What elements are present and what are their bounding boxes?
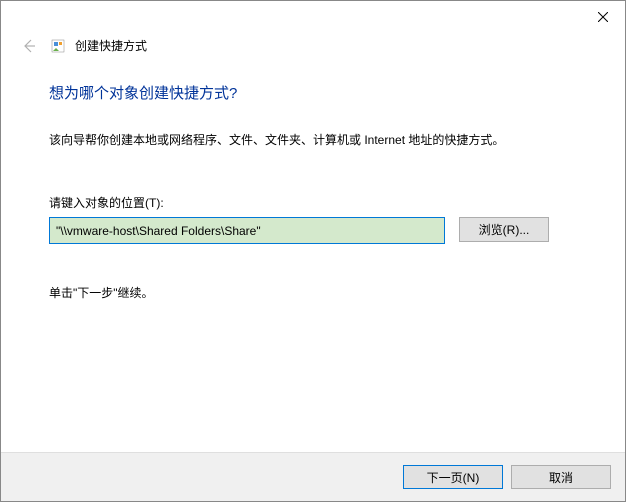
- page-heading: 想为哪个对象创建快捷方式?: [49, 82, 577, 103]
- close-button[interactable]: [580, 3, 625, 31]
- arrow-left-icon: [21, 38, 37, 54]
- location-row: 浏览(R)...: [49, 217, 577, 244]
- footer: 下一页(N) 取消: [1, 452, 625, 501]
- close-icon: [598, 12, 608, 22]
- continue-hint: 单击"下一步"继续。: [49, 284, 577, 301]
- content-area: 想为哪个对象创建快捷方式? 该向导帮你创建本地或网络程序、文件、文件夹、计算机或…: [1, 64, 625, 452]
- shortcut-wizard-icon: [51, 39, 65, 53]
- page-description: 该向导帮你创建本地或网络程序、文件、文件夹、计算机或 Internet 地址的快…: [49, 131, 577, 148]
- header-row: 创建快捷方式: [1, 31, 625, 64]
- back-button: [21, 38, 37, 54]
- next-button[interactable]: 下一页(N): [403, 465, 503, 489]
- wizard-title: 创建快捷方式: [75, 37, 147, 54]
- cancel-button[interactable]: 取消: [511, 465, 611, 489]
- titlebar: [1, 1, 625, 31]
- location-input[interactable]: [49, 217, 445, 244]
- wizard-window: 创建快捷方式 想为哪个对象创建快捷方式? 该向导帮你创建本地或网络程序、文件、文…: [0, 0, 626, 502]
- location-field-group: 请键入对象的位置(T): 浏览(R)...: [49, 194, 577, 244]
- browse-button[interactable]: 浏览(R)...: [459, 217, 549, 242]
- location-label: 请键入对象的位置(T):: [49, 194, 577, 211]
